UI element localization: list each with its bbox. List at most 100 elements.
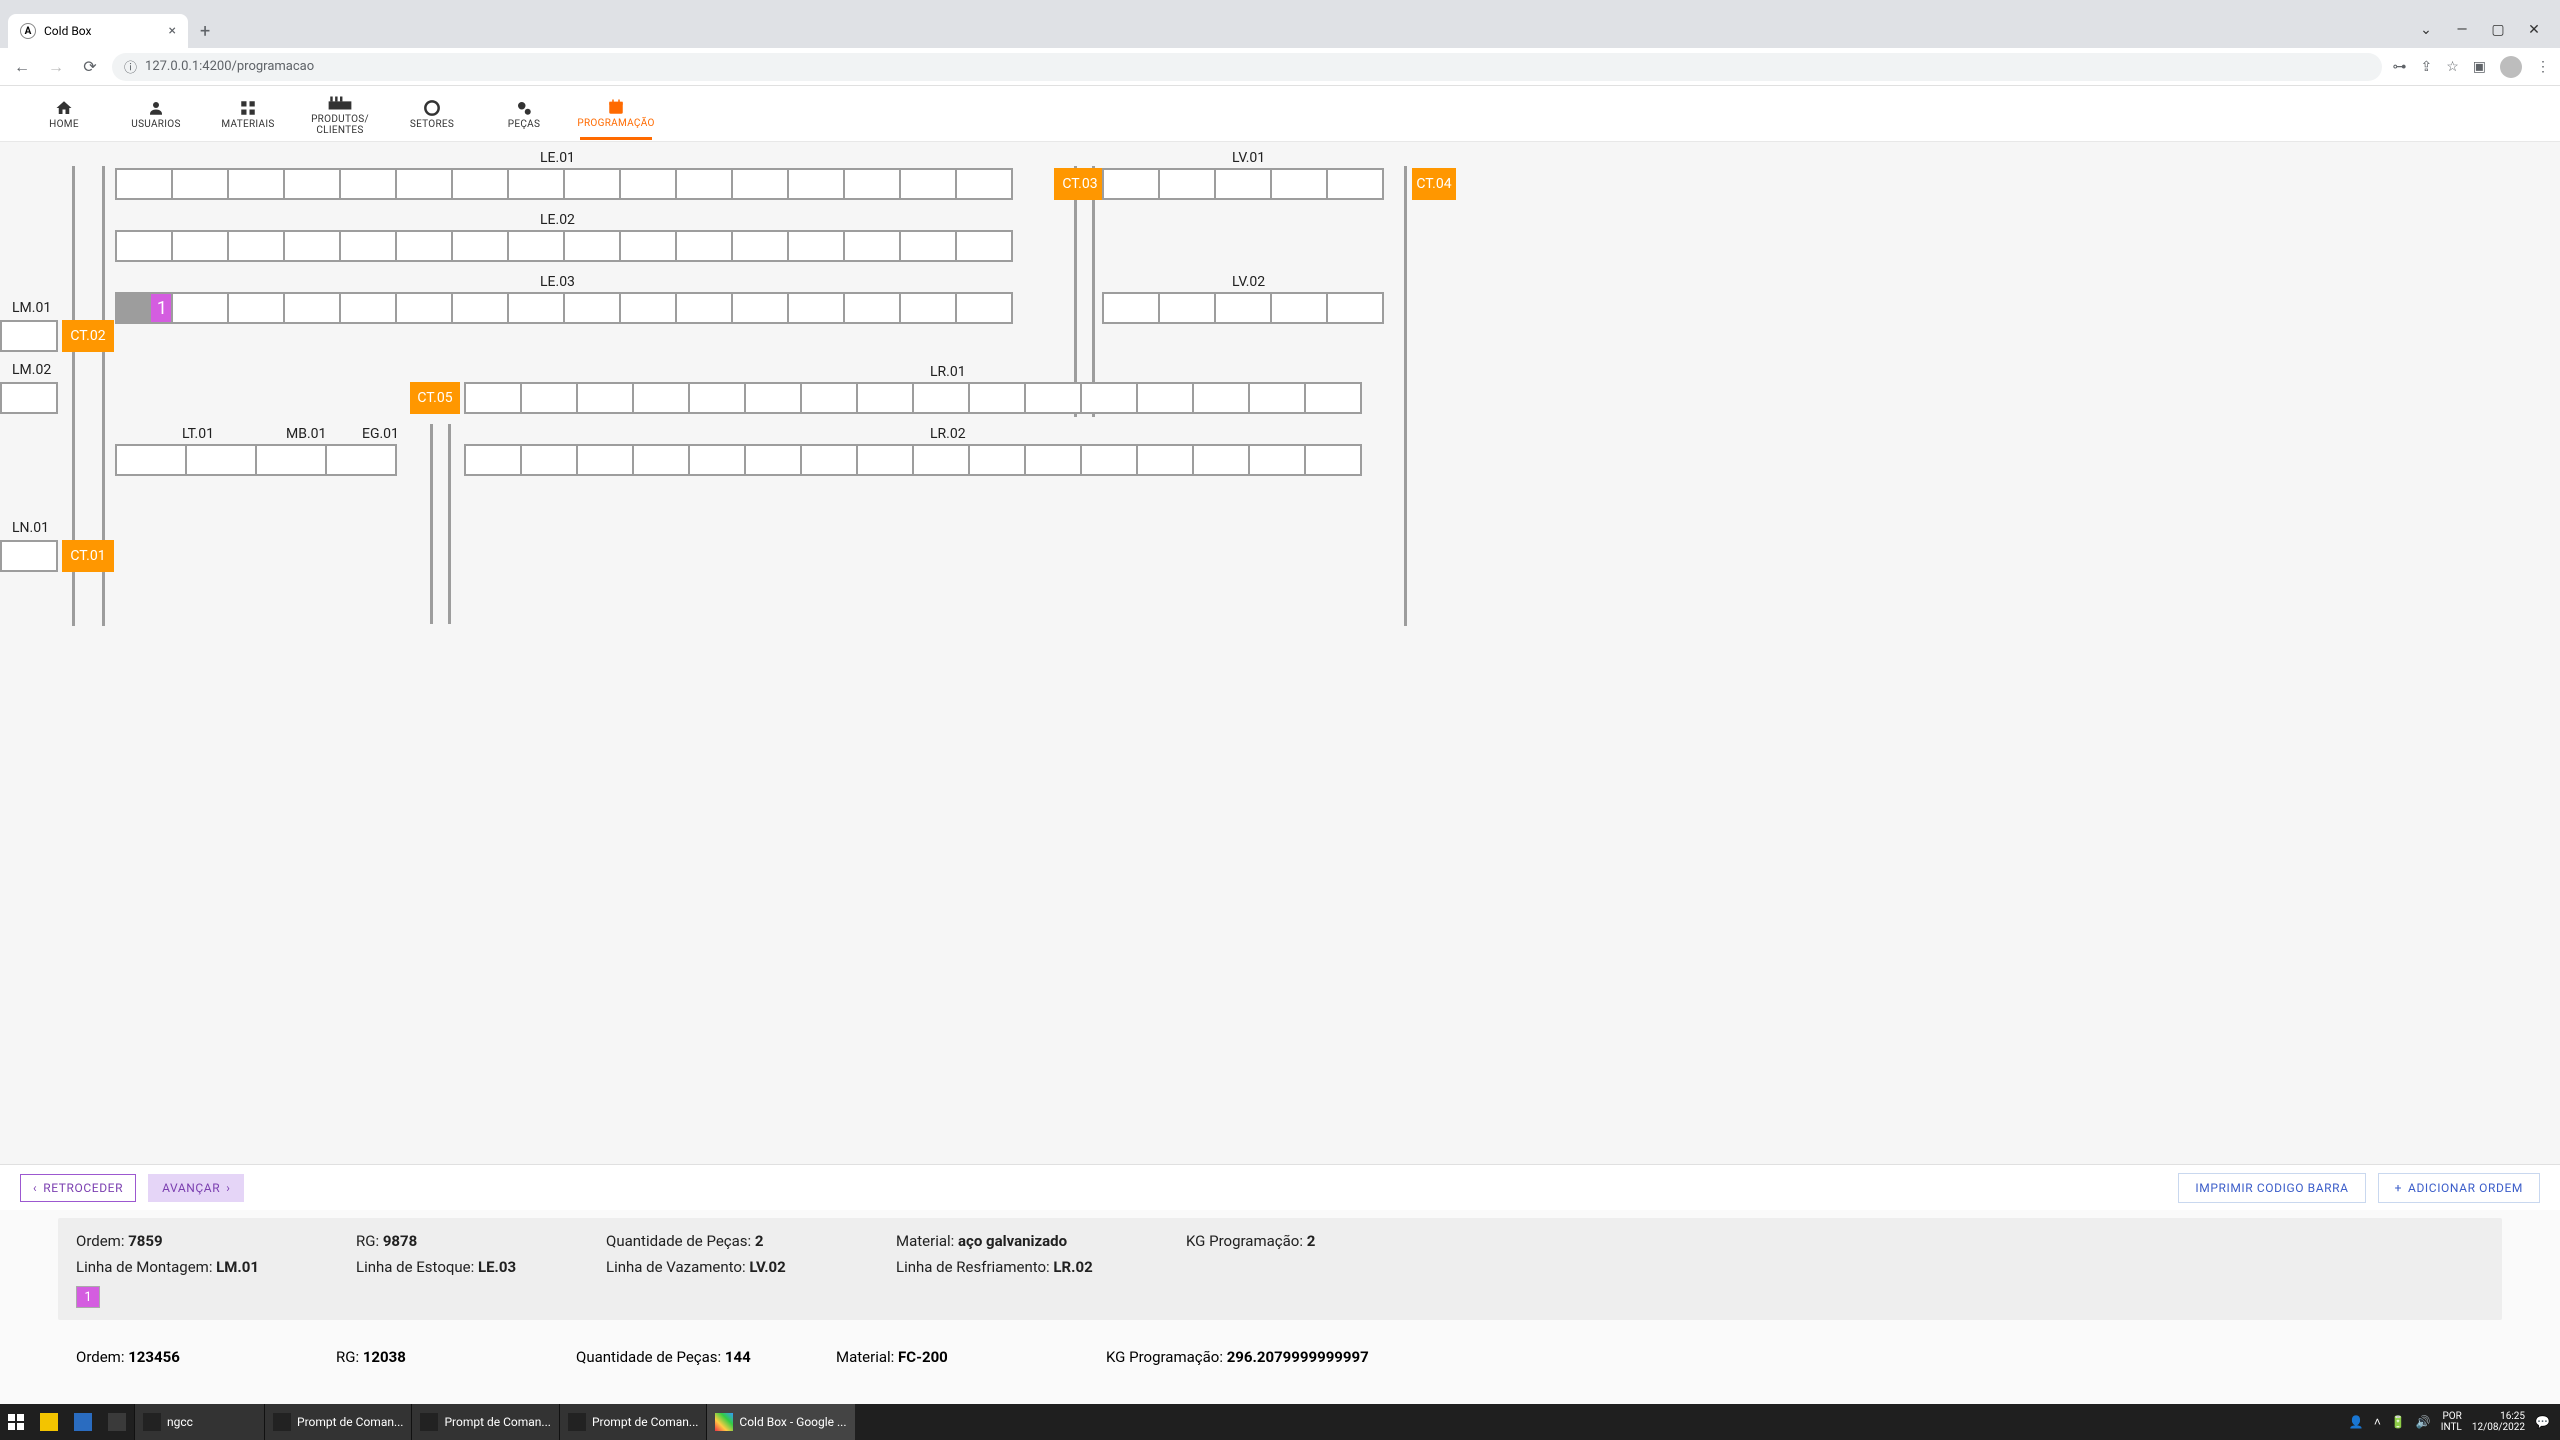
slot[interactable] xyxy=(1326,292,1384,324)
ct02[interactable]: CT.02 xyxy=(62,320,114,352)
slot-eg[interactable] xyxy=(325,444,397,476)
slot[interactable] xyxy=(576,444,634,476)
profile-avatar[interactable] xyxy=(2500,56,2522,78)
slot[interactable] xyxy=(507,168,565,200)
nav-programacao[interactable]: PROGRAMAÇÃO xyxy=(570,96,662,132)
slot[interactable] xyxy=(800,382,858,414)
browser-tab[interactable]: A Cold Box × xyxy=(8,14,188,48)
slot[interactable] xyxy=(688,444,746,476)
maximize-icon[interactable]: ▢ xyxy=(2484,22,2512,38)
slot[interactable] xyxy=(787,168,845,200)
nav-setores[interactable]: SETORES xyxy=(386,97,478,130)
slot[interactable] xyxy=(1304,444,1362,476)
slot[interactable] xyxy=(227,168,285,200)
slot[interactable] xyxy=(1248,382,1306,414)
slot[interactable] xyxy=(395,168,453,200)
slot[interactable] xyxy=(339,292,397,324)
slot-filled[interactable]: 1 xyxy=(115,292,173,324)
ct04[interactable]: CT.04 xyxy=(1412,168,1456,200)
tray-notifications-icon[interactable]: 💬 xyxy=(2535,1415,2550,1429)
bookmark-icon[interactable]: ☆ xyxy=(2446,59,2459,75)
address-bar[interactable]: ⓘ 127.0.0.1:4200/programacao xyxy=(112,53,2382,81)
slot[interactable] xyxy=(731,168,789,200)
slot[interactable] xyxy=(1326,168,1384,200)
slot[interactable] xyxy=(464,444,522,476)
explorer-icon[interactable] xyxy=(32,1404,66,1440)
slot-lt[interactable] xyxy=(185,444,257,476)
slot[interactable] xyxy=(912,444,970,476)
slot[interactable] xyxy=(744,444,802,476)
slot[interactable] xyxy=(955,230,1013,262)
slot[interactable] xyxy=(507,230,565,262)
minimize-icon[interactable]: — xyxy=(2448,22,2476,38)
ct05[interactable]: CT.05 xyxy=(410,382,460,414)
slot[interactable] xyxy=(787,230,845,262)
nav-pecas[interactable]: PEÇAS xyxy=(478,97,570,130)
ct01[interactable]: CT.01 xyxy=(62,540,114,572)
share-icon[interactable]: ⇪ xyxy=(2420,59,2432,75)
slot[interactable] xyxy=(843,292,901,324)
slot[interactable] xyxy=(675,168,733,200)
key-icon[interactable]: ⊶ xyxy=(2392,59,2406,75)
slot[interactable] xyxy=(563,292,621,324)
slot[interactable] xyxy=(1136,382,1194,414)
order-card[interactable]: Ordem: 123456 RG: 12038 Quantidade de Pe… xyxy=(58,1334,2502,1366)
slot[interactable] xyxy=(856,382,914,414)
slot[interactable] xyxy=(1102,168,1160,200)
slot[interactable] xyxy=(632,382,690,414)
slot[interactable] xyxy=(451,168,509,200)
adicionar-button[interactable]: + ADICIONAR ORDEM xyxy=(2378,1173,2540,1203)
slot[interactable] xyxy=(955,292,1013,324)
slot[interactable] xyxy=(563,230,621,262)
chevron-down-icon[interactable]: ⌄ xyxy=(2412,22,2440,38)
slot-ln01[interactable] xyxy=(0,540,58,572)
slot[interactable] xyxy=(843,168,901,200)
slot[interactable] xyxy=(1080,382,1138,414)
slot[interactable] xyxy=(968,382,1026,414)
slot[interactable] xyxy=(632,444,690,476)
slot[interactable] xyxy=(856,444,914,476)
slot[interactable] xyxy=(1192,382,1250,414)
taskbar-app-active[interactable]: Cold Box - Google ... xyxy=(706,1404,854,1440)
nav-materiais[interactable]: MATERIAIS xyxy=(202,97,294,130)
slot[interactable] xyxy=(339,230,397,262)
slot[interactable] xyxy=(171,168,229,200)
slot[interactable] xyxy=(619,292,677,324)
slot[interactable] xyxy=(1214,168,1272,200)
new-tab-button[interactable]: + xyxy=(200,21,210,48)
slot[interactable] xyxy=(563,168,621,200)
taskbar-app[interactable]: Prompt de Coman... xyxy=(559,1404,706,1440)
slot[interactable] xyxy=(912,382,970,414)
slot[interactable] xyxy=(675,292,733,324)
slot[interactable] xyxy=(115,168,173,200)
slot[interactable] xyxy=(1270,292,1328,324)
slot[interactable] xyxy=(576,382,634,414)
slot[interactable] xyxy=(283,230,341,262)
tray-clock[interactable]: 16:25 12/08/2022 xyxy=(2472,1411,2525,1433)
slot[interactable] xyxy=(675,230,733,262)
close-tab-icon[interactable]: × xyxy=(169,23,176,39)
slot[interactable] xyxy=(520,382,578,414)
slot[interactable] xyxy=(1304,382,1362,414)
order-card[interactable]: Ordem: 7859 RG: 9878 Quantidade de Peças… xyxy=(58,1218,2502,1320)
nav-usuarios[interactable]: USUARIOS xyxy=(110,97,202,130)
menu-icon[interactable]: ⋮ xyxy=(2536,59,2550,75)
forward-button[interactable]: → xyxy=(44,57,68,77)
slot[interactable] xyxy=(451,292,509,324)
slot[interactable] xyxy=(507,292,565,324)
slot[interactable] xyxy=(800,444,858,476)
slot[interactable] xyxy=(520,444,578,476)
slot[interactable] xyxy=(744,382,802,414)
slot-mb[interactable] xyxy=(255,444,327,476)
slot[interactable] xyxy=(619,168,677,200)
slot[interactable] xyxy=(1136,444,1194,476)
tray-chevron-icon[interactable]: ˄ xyxy=(2374,1415,2381,1429)
slot[interactable] xyxy=(731,230,789,262)
slot[interactable] xyxy=(1214,292,1272,324)
nav-home[interactable]: HOME xyxy=(18,97,110,130)
slot[interactable] xyxy=(115,230,173,262)
slot[interactable] xyxy=(227,292,285,324)
slot[interactable] xyxy=(899,292,957,324)
slot[interactable] xyxy=(395,292,453,324)
slot[interactable] xyxy=(1192,444,1250,476)
